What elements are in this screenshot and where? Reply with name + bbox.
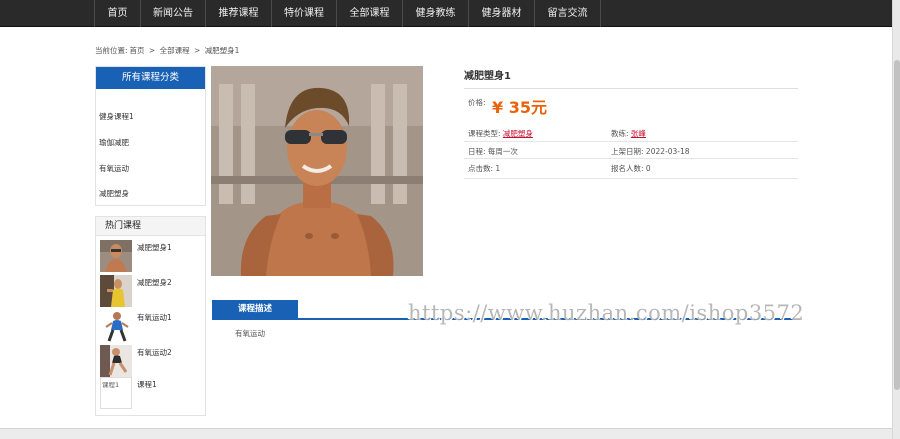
hot-course-label[interactable]: 有氧运动2	[137, 347, 172, 358]
schedule-label: 日程:	[468, 147, 486, 156]
course-photo	[211, 66, 423, 276]
breadcrumb-separator: >	[148, 46, 156, 55]
hot-course-label[interactable]: 减肥塑身2	[137, 277, 172, 288]
category-link[interactable]: 健身课程1	[99, 111, 134, 122]
breadcrumb-category-link[interactable]: 全部课程	[160, 46, 190, 55]
course-type-label: 课程类型:	[468, 129, 501, 138]
info-divider	[464, 178, 798, 179]
price-label: 价格:	[468, 98, 486, 107]
signup-label: 报名人数:	[611, 164, 644, 173]
nav-item-all-courses[interactable]: 全部课程	[337, 0, 403, 27]
nav-item-home[interactable]: 首页	[94, 0, 141, 27]
page: 首页 新闻公告 推荐课程 特价课程 全部课程 健身教练 健身器材 留言交流 当前…	[0, 0, 900, 439]
category-link[interactable]: 有氧运动	[99, 163, 129, 174]
nav-menu: 首页 新闻公告 推荐课程 特价课程 全部课程 健身教练 健身器材 留言交流	[94, 0, 601, 27]
listing-date-row: 上架日期: 2022-03-18	[611, 146, 690, 157]
clicks-label: 点击数:	[468, 164, 494, 173]
signup-row: 报名人数: 0	[611, 163, 651, 174]
breadcrumb-current: 减肥塑身1	[204, 46, 240, 55]
scrollbar-thumb[interactable]	[894, 60, 900, 390]
coach-row: 教练: 张峰	[611, 128, 646, 139]
top-nav-bar: 首页 新闻公告 推荐课程 特价课程 全部课程 健身教练 健身器材 留言交流	[0, 0, 892, 27]
clicks-value: 1	[495, 164, 501, 173]
clicks-row: 点击数: 1	[468, 163, 500, 174]
price-value: ¥ 35元	[492, 98, 547, 117]
nav-item-specials[interactable]: 特价课程	[272, 0, 337, 27]
hot-course-item[interactable]: 有氧运动1	[100, 310, 204, 342]
breadcrumb: 当前位置: 首页 > 全部课程 > 减肥塑身1	[95, 45, 241, 56]
signup-value: 0	[645, 164, 651, 173]
course-thumbnail[interactable]	[100, 310, 132, 342]
course-thumbnail[interactable]	[100, 240, 132, 272]
tab-description[interactable]: 课程描述	[212, 300, 298, 319]
broken-image-thumbnail[interactable]: 课程1	[100, 377, 132, 409]
category-panel-title: 所有课程分类	[96, 67, 205, 89]
watermark: https://www.huzhan.com/ishop3572	[408, 301, 805, 325]
title-divider	[464, 88, 798, 89]
nav-item-messages[interactable]: 留言交流	[535, 0, 601, 27]
course-main-image	[211, 66, 423, 276]
image-alt-text: 课程1	[102, 381, 120, 389]
nav-item-recommended[interactable]: 推荐课程	[206, 0, 272, 27]
schedule-row: 日程: 每周一次	[468, 146, 518, 157]
hot-course-label[interactable]: 课程1	[137, 379, 157, 390]
breadcrumb-prefix: 当前位置:	[95, 46, 128, 55]
hot-course-item[interactable]: 减肥塑身1	[100, 240, 204, 272]
info-divider	[464, 141, 798, 142]
course-type-row: 课程类型: 减肥塑身	[468, 128, 533, 139]
hot-course-label[interactable]: 减肥塑身1	[137, 242, 172, 253]
nav-item-coaches[interactable]: 健身教练	[403, 0, 469, 27]
nav-item-equipment[interactable]: 健身器材	[469, 0, 535, 27]
hot-course-item[interactable]: 减肥塑身2	[100, 275, 204, 307]
coach-label: 教练:	[611, 129, 629, 138]
course-title: 减肥塑身1	[464, 71, 511, 82]
hot-course-item[interactable]: 有氧运动2	[100, 345, 204, 377]
breadcrumb-separator: >	[194, 46, 201, 55]
description-text: 有氧运动	[235, 329, 265, 338]
hot-course-label[interactable]: 有氧运动1	[137, 312, 172, 323]
course-thumbnail[interactable]	[100, 345, 132, 377]
category-link[interactable]: 减肥塑身	[99, 188, 129, 199]
listing-date-label: 上架日期:	[611, 147, 644, 156]
breadcrumb-home-link[interactable]: 首页	[130, 46, 145, 55]
nav-item-news[interactable]: 新闻公告	[141, 0, 206, 27]
hot-course-item[interactable]: 课程1 课程1	[100, 377, 204, 409]
schedule-value: 每周一次	[487, 147, 518, 156]
course-type-link[interactable]: 减肥塑身	[503, 129, 533, 138]
bottom-bar	[0, 428, 892, 439]
hot-courses-title: 热门课程	[96, 217, 205, 236]
info-divider	[464, 158, 798, 159]
coach-link[interactable]: 张峰	[631, 129, 646, 138]
hot-courses-panel: 热门课程 减肥塑身1 减肥塑身2 有氧运动1 有氧运动2 课程1 课程1	[95, 216, 206, 416]
listing-date-value: 2022-03-18	[645, 147, 690, 156]
course-thumbnail[interactable]	[100, 275, 132, 307]
category-link[interactable]: 瑜伽减肥	[99, 137, 129, 148]
vertical-scrollbar[interactable]	[892, 0, 900, 439]
category-panel: 所有课程分类 健身课程1 瑜伽减肥 有氧运动 减肥塑身	[95, 66, 206, 206]
